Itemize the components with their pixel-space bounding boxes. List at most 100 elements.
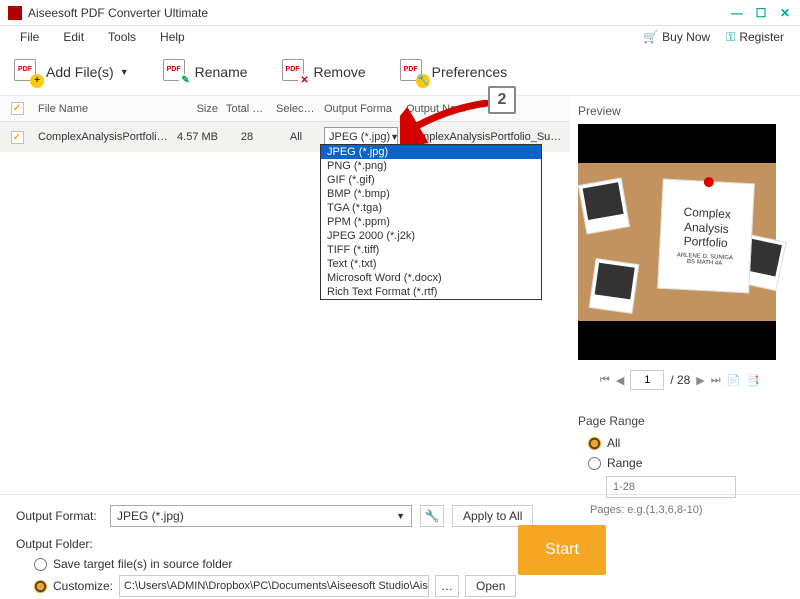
format-option[interactable]: PPM (*.ppm) bbox=[321, 215, 541, 229]
app-title: Aiseesoft PDF Converter Ultimate bbox=[28, 6, 730, 20]
preferences-button[interactable]: 🔧 Preferences bbox=[400, 59, 507, 85]
bottom-bar: Output Format: JPEG (*.jpg) ▼ 🔧 Apply to… bbox=[0, 494, 800, 598]
cell-totalpage: 28 bbox=[222, 131, 272, 143]
start-label: Start bbox=[545, 541, 579, 559]
cell-filename: ComplexAnalysisPortfolio_S... bbox=[34, 131, 172, 143]
save-source-radio[interactable] bbox=[34, 558, 47, 571]
next-page-button[interactable]: ▶ bbox=[696, 374, 704, 387]
chevron-down-icon: ▼ bbox=[396, 511, 405, 521]
menu-tools[interactable]: Tools bbox=[96, 28, 148, 46]
range-all-option[interactable]: All bbox=[578, 436, 782, 450]
range-all-label: All bbox=[607, 436, 620, 450]
chevron-down-icon: ▼ bbox=[120, 67, 129, 77]
rename-button[interactable]: ✎ Rename bbox=[163, 59, 248, 85]
format-option[interactable]: JPEG 2000 (*.j2k) bbox=[321, 229, 541, 243]
customize-option[interactable]: Customize: C:\Users\ADMIN\Dropbox\PC\Doc… bbox=[34, 575, 784, 597]
open-folder-button[interactable]: Open bbox=[465, 575, 516, 597]
format-option[interactable]: BMP (*.bmp) bbox=[321, 187, 541, 201]
col-filename[interactable]: File Name bbox=[34, 103, 172, 115]
range-custom-option[interactable]: Range bbox=[578, 456, 782, 470]
add-files-button[interactable]: + Add File(s) ▼ bbox=[14, 59, 129, 85]
row-format-value: JPEG (*.jpg) bbox=[329, 131, 390, 143]
format-dropdown[interactable]: JPEG (*.jpg) PNG (*.png) GIF (*.gif) BMP… bbox=[320, 144, 542, 300]
apply-to-all-button[interactable]: Apply to All bbox=[452, 505, 533, 527]
range-all-radio[interactable] bbox=[588, 437, 601, 450]
plus-icon: + bbox=[30, 74, 44, 88]
format-option[interactable]: GIF (*.gif) bbox=[321, 173, 541, 187]
last-page-button[interactable]: ⏭ bbox=[711, 374, 721, 387]
note-line3: Portfolio bbox=[683, 234, 728, 250]
open-label: Open bbox=[476, 579, 505, 593]
select-all-checkbox[interactable] bbox=[11, 102, 24, 115]
browse-button[interactable]: … bbox=[435, 575, 459, 597]
page-export-icon[interactable]: 📑 bbox=[746, 374, 760, 387]
page-input[interactable] bbox=[630, 370, 664, 390]
step-callout: 2 bbox=[488, 86, 516, 114]
arrow-annotation bbox=[400, 100, 500, 144]
register-label: Register bbox=[739, 30, 784, 44]
page-range-title: Page Range bbox=[578, 414, 782, 428]
maximize-button[interactable]: ☐ bbox=[754, 6, 768, 20]
pencil-icon: ✎ bbox=[179, 74, 193, 88]
col-totalpage[interactable]: Total Pag bbox=[222, 103, 272, 115]
menu-file[interactable]: File bbox=[8, 28, 51, 46]
format-option[interactable]: TGA (*.tga) bbox=[321, 201, 541, 215]
cell-size: 4.57 MB bbox=[172, 131, 222, 143]
format-option[interactable]: Rich Text Format (*.rtf) bbox=[321, 285, 541, 299]
customize-radio[interactable] bbox=[34, 580, 47, 593]
buy-now-link[interactable]: 🛒 Buy Now bbox=[635, 28, 718, 46]
format-option[interactable]: TIFF (*.tiff) bbox=[321, 243, 541, 257]
remove-label: Remove bbox=[314, 64, 366, 80]
title-bar: Aiseesoft PDF Converter Ultimate — ☐ ✕ bbox=[0, 0, 800, 26]
prev-page-button[interactable]: ◀ bbox=[616, 374, 624, 387]
format-option[interactable]: Microsoft Word (*.docx) bbox=[321, 271, 541, 285]
format-option[interactable]: JPEG (*.jpg) bbox=[321, 145, 541, 159]
format-settings-button[interactable]: 🔧 bbox=[420, 505, 444, 527]
remove-button[interactable]: ✕ Remove bbox=[282, 59, 366, 85]
wrench-icon: 🔧 bbox=[425, 509, 440, 523]
format-option[interactable]: PNG (*.png) bbox=[321, 159, 541, 173]
add-files-label: Add File(s) bbox=[46, 64, 114, 80]
save-source-option[interactable]: Save target file(s) in source folder bbox=[34, 557, 784, 571]
preview-image: ComplexAnalysisPortfolio ARLENE D. SUNIG… bbox=[578, 124, 776, 360]
output-format-value: JPEG (*.jpg) bbox=[117, 509, 184, 523]
buy-now-label: Buy Now bbox=[662, 30, 710, 44]
key-icon: ⚿ bbox=[726, 30, 735, 45]
menu-help[interactable]: Help bbox=[148, 28, 197, 46]
preview-nav: ⏮ ◀ / 28 ▶ ⏭ 📄 📑 bbox=[578, 370, 782, 390]
app-logo-icon bbox=[8, 6, 22, 20]
cell-selected: All bbox=[272, 131, 320, 143]
x-icon: ✕ bbox=[298, 74, 312, 88]
format-option[interactable]: Text (*.txt) bbox=[321, 257, 541, 271]
chevron-down-icon: ▼ bbox=[390, 132, 399, 142]
output-format-label: Output Format: bbox=[16, 509, 102, 523]
customize-label: Customize: bbox=[53, 579, 113, 593]
menu-edit[interactable]: Edit bbox=[51, 28, 96, 46]
range-custom-label: Range bbox=[607, 456, 642, 470]
output-format-select[interactable]: JPEG (*.jpg) ▼ bbox=[110, 505, 412, 527]
col-size[interactable]: Size bbox=[172, 103, 222, 115]
minimize-button[interactable]: — bbox=[730, 6, 744, 20]
save-source-label: Save target file(s) in source folder bbox=[53, 557, 232, 571]
note-sub2: BS MATH 4A bbox=[687, 259, 723, 267]
output-folder-label: Output Folder: bbox=[16, 537, 784, 551]
rename-label: Rename bbox=[195, 64, 248, 80]
preview-panel: Preview ComplexAnalysisPortfolio ARLENE … bbox=[570, 96, 800, 494]
page-doc-icon[interactable]: 📄 bbox=[727, 374, 741, 387]
toolbar: + Add File(s) ▼ ✎ Rename ✕ Remove 🔧 Pref… bbox=[0, 48, 800, 96]
range-custom-radio[interactable] bbox=[588, 457, 601, 470]
register-link[interactable]: ⚿ Register bbox=[718, 28, 792, 47]
menu-bar: File Edit Tools Help 🛒 Buy Now ⚿ Registe… bbox=[0, 26, 800, 48]
apply-label: Apply to All bbox=[463, 509, 522, 523]
wrench-icon: 🔧 bbox=[416, 74, 430, 88]
close-button[interactable]: ✕ bbox=[778, 6, 792, 20]
page-total: / 28 bbox=[670, 373, 690, 387]
start-button[interactable]: Start bbox=[518, 525, 606, 575]
cart-icon: 🛒 bbox=[643, 30, 658, 44]
first-page-button[interactable]: ⏮ bbox=[600, 374, 610, 387]
col-outputformat[interactable]: Output Forma bbox=[320, 103, 402, 115]
row-checkbox[interactable] bbox=[11, 131, 24, 144]
output-path-field[interactable]: C:\Users\ADMIN\Dropbox\PC\Documents\Aise… bbox=[119, 575, 429, 597]
preview-title: Preview bbox=[578, 104, 782, 118]
col-selected[interactable]: Selected bbox=[272, 103, 320, 115]
